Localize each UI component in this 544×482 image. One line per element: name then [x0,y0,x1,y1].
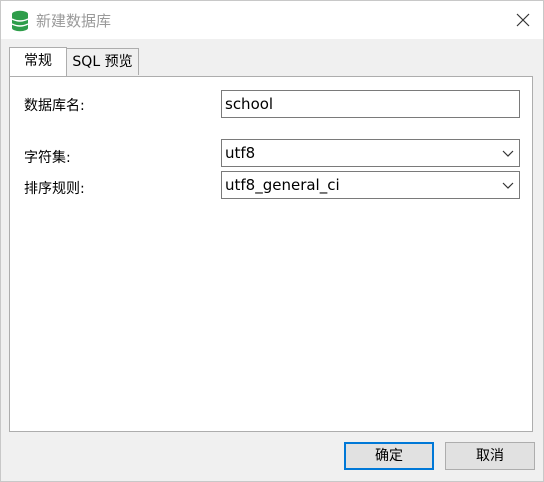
collation-value: utf8_general_ci [225,176,340,194]
db-name-input[interactable]: school [221,90,520,118]
general-panel: 数据库名: school 字符集: utf8 排序规则: utf8_genera… [9,76,533,432]
collation-label: 排序规则: [24,181,85,197]
title-bar: 新建数据库 [1,1,543,39]
charset-label: 字符集: [24,150,71,166]
charset-select[interactable]: utf8 [221,139,520,167]
cancel-button[interactable]: 取消 [445,442,535,470]
close-icon [516,13,530,27]
db-name-value: school [225,95,274,113]
close-button[interactable] [510,7,536,33]
ok-button[interactable]: 确定 [344,442,434,470]
dialog-window: 新建数据库 常规 SQL 预览 数据库名: school 字符集: utf8 排… [0,0,544,482]
tab-sql-preview[interactable]: SQL 预览 [66,48,139,75]
db-name-label: 数据库名: [24,98,85,114]
charset-value: utf8 [225,144,256,162]
database-icon [11,10,29,32]
window-title: 新建数据库 [36,12,112,30]
tab-general[interactable]: 常规 [9,47,67,76]
collation-select[interactable]: utf8_general_ci [221,171,520,199]
chevron-down-icon [502,150,514,157]
chevron-down-icon [502,182,514,189]
